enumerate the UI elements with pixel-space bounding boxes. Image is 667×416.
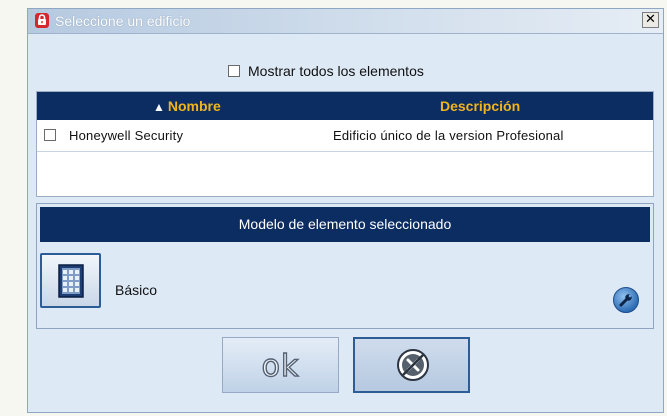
row-name-cell: Honeywell Security (69, 128, 184, 143)
sort-ascending-icon: ▲ (153, 100, 165, 114)
cancel-icon (397, 349, 429, 381)
buildings-table: ▲ Nombre Descripción Honeywell Security E… (36, 91, 654, 197)
table-row[interactable]: Honeywell Security Edificio único de la … (37, 120, 653, 152)
title-bar[interactable]: Seleccione un edificio ✕ (28, 9, 663, 34)
column-header-name[interactable]: ▲ Nombre (153, 98, 221, 114)
row-description-cell: Edificio único de la version Profesional (333, 128, 564, 143)
selected-model-panel: Modelo de elemento seleccionado Básico (36, 203, 654, 329)
ok-button-label: ok (261, 348, 300, 384)
cancel-button[interactable] (353, 337, 470, 393)
ok-button[interactable]: ok (222, 337, 339, 393)
table-header: ▲ Nombre Descripción (37, 92, 653, 120)
lock-icon (35, 13, 49, 28)
building-icon[interactable] (40, 253, 101, 308)
close-icon[interactable]: ✕ (642, 12, 659, 28)
show-all-label: Mostrar todos los elementos (248, 63, 424, 79)
show-all-checkbox[interactable] (228, 65, 240, 78)
wrench-icon[interactable] (613, 287, 639, 313)
column-header-description[interactable]: Descripción (440, 98, 520, 114)
window-title: Seleccione un edificio (55, 13, 191, 29)
model-name-label: Básico (115, 282, 158, 298)
select-building-dialog: Seleccione un edificio ✕ Mostrar todos l… (27, 8, 664, 413)
column-header-name-label: Nombre (167, 98, 221, 114)
show-all-toggle[interactable]: Mostrar todos los elementos (228, 63, 424, 79)
row-checkbox[interactable] (44, 129, 56, 141)
model-panel-header: Modelo de elemento seleccionado (40, 207, 650, 242)
